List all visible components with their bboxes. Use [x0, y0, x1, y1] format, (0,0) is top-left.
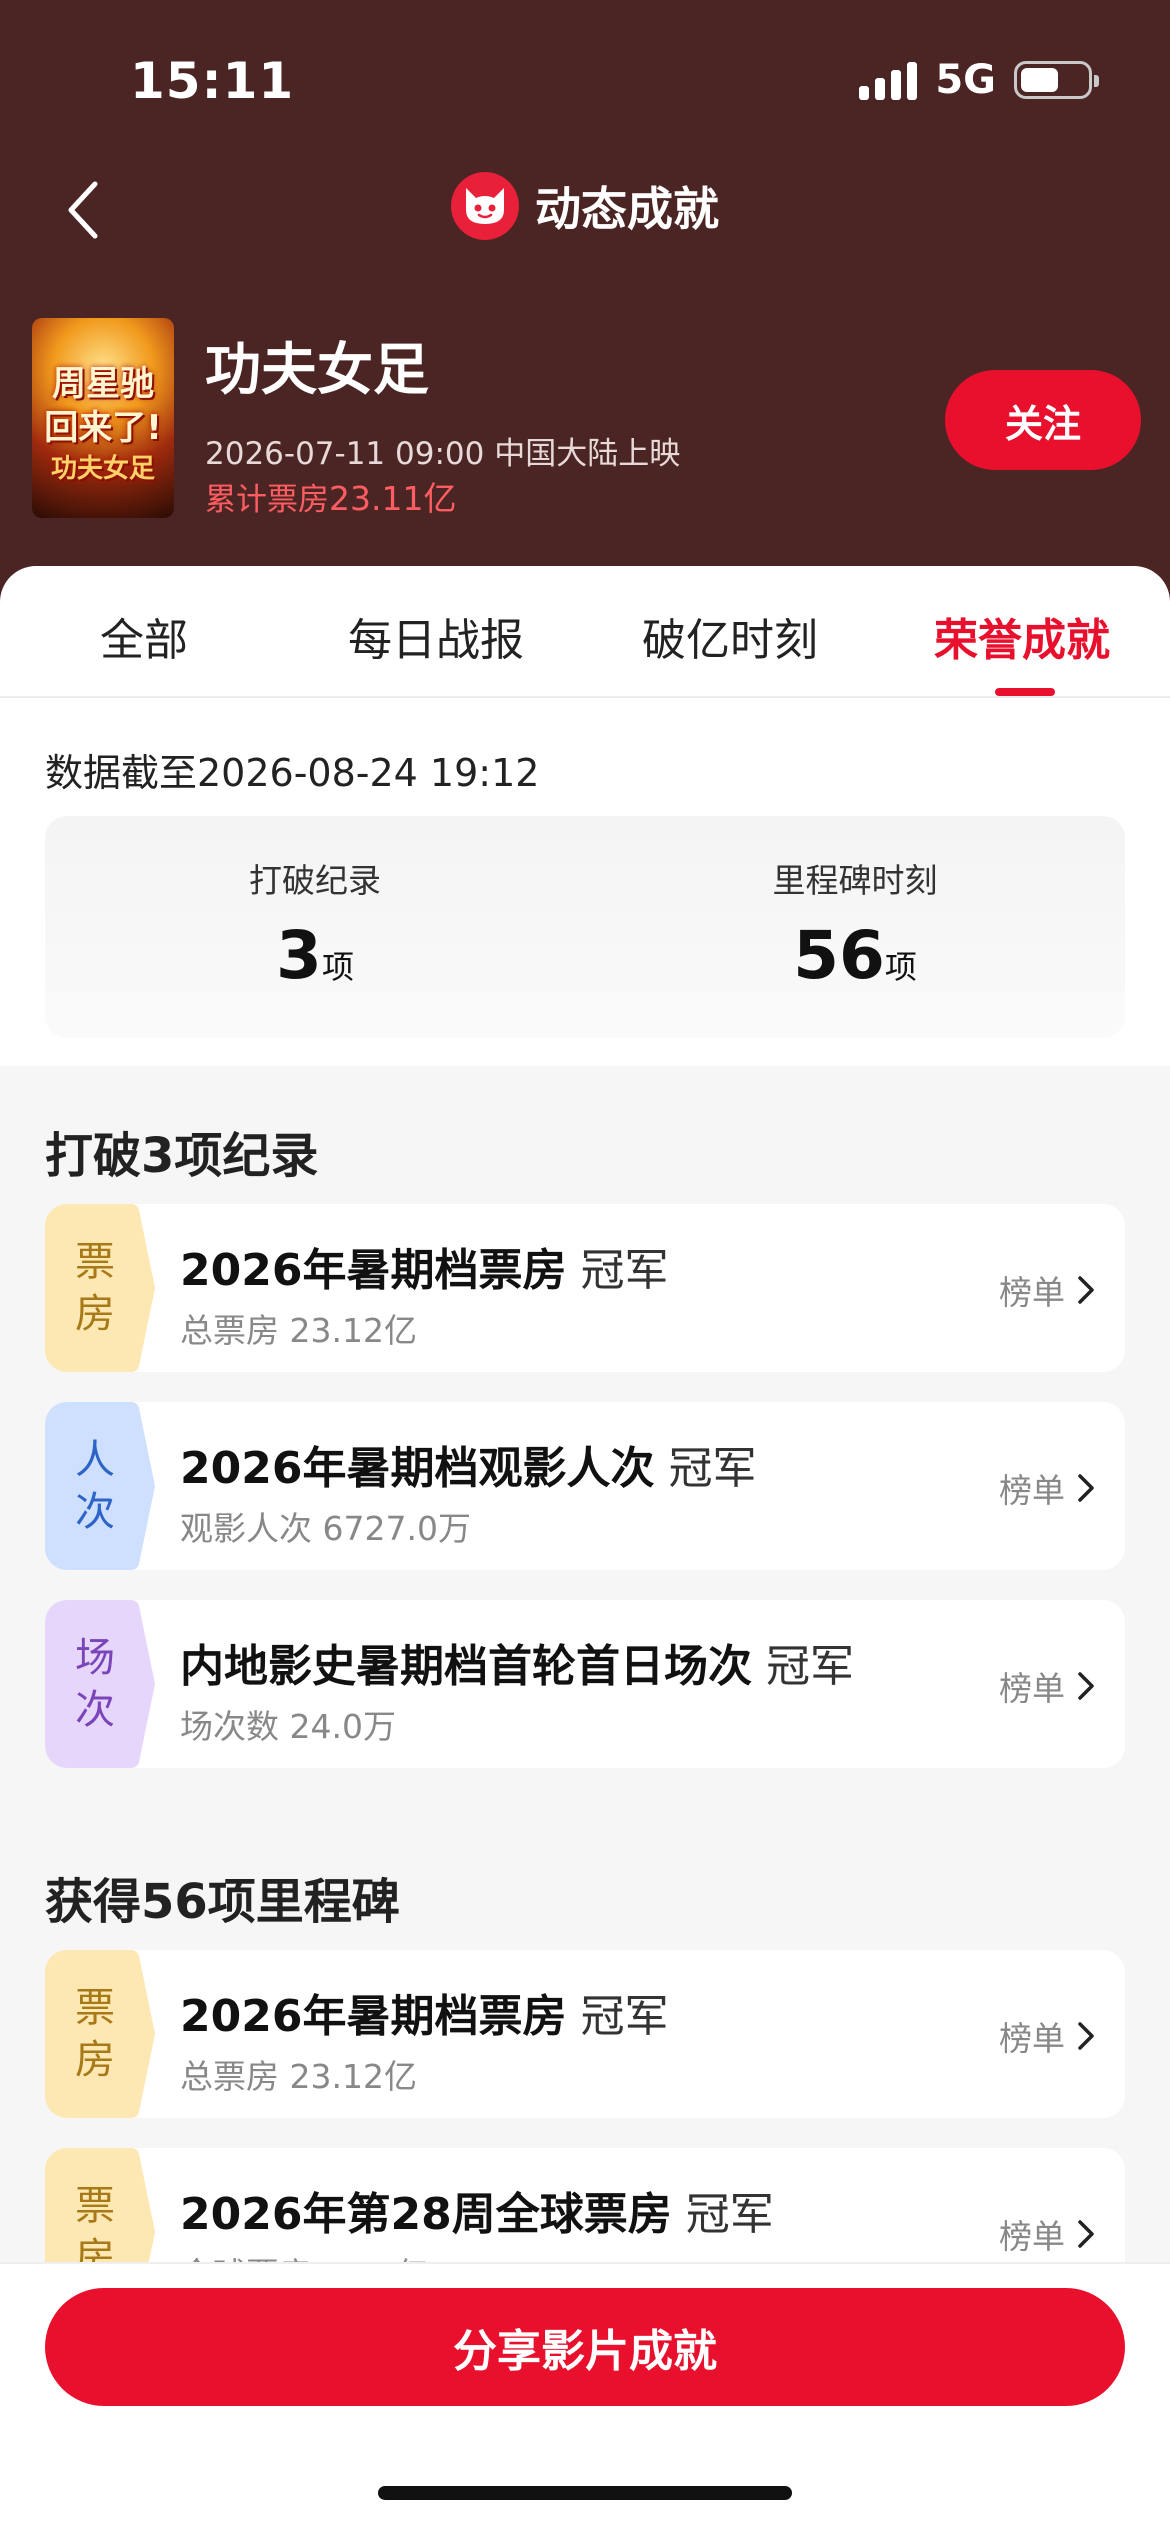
record-card[interactable]: 人 次 2026年暑期档观影人次 冠军 观影人次 6727.0万 榜单 — [45, 1402, 1125, 1570]
stat-number: 3 — [276, 917, 322, 994]
data-timestamp: 数据截至2026-08-24 19:12 — [45, 751, 540, 795]
card-title-text: 2026年暑期档票房 — [180, 1991, 567, 2042]
card-rank: 冠军 — [580, 1245, 669, 1296]
milestones-section-title: 获得56项里程碑 — [45, 1874, 400, 1930]
ranking-link[interactable]: 榜单 — [999, 1266, 1095, 1314]
network-type: 5G — [935, 57, 996, 103]
follow-button[interactable]: 关注 — [945, 370, 1141, 470]
stat-label: 打破纪录 — [249, 861, 381, 900]
tag-char: 票 — [75, 1239, 115, 1285]
card-title-text: 2026年第28周全球票房 — [180, 2189, 672, 2240]
chevron-right-icon — [1078, 2220, 1094, 2248]
ranking-link[interactable]: 榜单 — [999, 2012, 1095, 2060]
category-tag: 场 次 — [45, 1600, 155, 1768]
ranking-link-label: 榜单 — [999, 2019, 1065, 2058]
stat-unit: 项 — [884, 948, 917, 986]
tag-char: 场 — [75, 1635, 115, 1681]
box-office-total: 累计票房23.11亿 — [205, 472, 456, 520]
stat-label: 里程碑时刻 — [772, 861, 938, 900]
movie-name: 功夫女足 — [205, 338, 429, 403]
tab-bar: 全部 每日战报 破亿时刻 荣誉成就 — [0, 566, 1170, 698]
home-indicator[interactable] — [378, 2486, 792, 2500]
card-title-text: 2026年暑期档观影人次 — [180, 1443, 655, 1494]
category-tag: 票 房 — [45, 1204, 155, 1372]
stat-number: 56 — [793, 917, 885, 994]
card-title-text: 内地影史暑期档首轮首日场次 — [180, 1641, 752, 1692]
share-achievements-button[interactable]: 分享影片成就 — [45, 2288, 1125, 2406]
stats-summary: 打破纪录 3项 里程碑时刻 56项 — [45, 816, 1125, 1038]
stat-value: 56项 — [585, 920, 1125, 1003]
ranking-link[interactable]: 榜单 — [999, 1464, 1095, 1512]
card-title: 2026年暑期档票房 冠军 — [180, 1980, 668, 2044]
ranking-link-label: 榜单 — [999, 1471, 1065, 1510]
tab-honors[interactable]: 荣誉成就 — [934, 604, 1110, 668]
tab-daily-report[interactable]: 每日战报 — [348, 604, 524, 668]
card-title: 2026年暑期档票房 冠军 — [180, 1234, 668, 1298]
card-rank: 冠军 — [580, 1991, 669, 2042]
records-section-title: 打破3项纪录 — [45, 1128, 319, 1184]
header: 15:11 5G 动态成就 周星驰 回来了! 功夫女足 功夫女足 2026-07… — [0, 0, 1170, 620]
stat-records: 打破纪录 3项 — [45, 816, 585, 1003]
ranking-link-label: 榜单 — [999, 2217, 1065, 2256]
stat-value: 3项 — [45, 920, 585, 1003]
card-subtitle: 总票房 23.12亿 — [180, 1311, 417, 1350]
chevron-right-icon — [1078, 1672, 1094, 1700]
ranking-link-label: 榜单 — [999, 1273, 1065, 1312]
nav-title-group: 动态成就 — [0, 172, 1170, 240]
status-icons: 5G — [859, 57, 1099, 103]
record-card[interactable]: 票 房 2026年暑期档票房 冠军 总票房 23.12亿 榜单 — [45, 1204, 1125, 1372]
tag-char: 房 — [75, 1291, 115, 1337]
status-time: 15:11 — [130, 52, 295, 110]
status-bar: 15:11 5G — [0, 40, 1170, 120]
tag-char: 次 — [75, 1489, 115, 1535]
card-title: 2026年第28周全球票房 冠军 — [180, 2178, 774, 2242]
ranking-link-label: 榜单 — [999, 1669, 1065, 1708]
page-title: 动态成就 — [535, 182, 719, 236]
tag-char: 票 — [75, 2183, 115, 2229]
card-rank: 冠军 — [766, 1641, 854, 1692]
nav-bar: 动态成就 — [0, 160, 1170, 260]
box-office-label: 累计票房 — [205, 482, 329, 518]
category-tag: 票 房 — [45, 1950, 155, 2118]
battery-icon — [1014, 61, 1099, 99]
card-rank: 冠军 — [685, 2189, 774, 2240]
box-office-value: 23.11亿 — [329, 479, 457, 518]
release-info: 2026-07-11 09:00 中国大陆上映 — [205, 436, 681, 472]
chevron-right-icon — [1078, 1474, 1094, 1502]
signal-icon — [859, 60, 918, 100]
ranking-link[interactable]: 榜单 — [999, 2210, 1095, 2258]
milestone-card[interactable]: 票 房 2026年暑期档票房 冠军 总票房 23.12亿 榜单 — [45, 1950, 1125, 2118]
card-title-text: 2026年暑期档票房 — [180, 1245, 567, 1296]
tab-all[interactable]: 全部 — [100, 604, 188, 668]
card-subtitle: 场次数 24.0万 — [180, 1707, 396, 1746]
category-tag: 人 次 — [45, 1402, 155, 1570]
card-title: 内地影史暑期档首轮首日场次 冠军 — [180, 1630, 854, 1694]
card-subtitle: 总票房 23.12亿 — [180, 2057, 417, 2096]
bottom-action-bar: 分享影片成就 — [0, 2262, 1170, 2532]
tag-char: 次 — [75, 1687, 115, 1733]
tag-char: 房 — [75, 2037, 115, 2083]
poster-text-line: 功夫女足 — [50, 454, 155, 484]
poster-text-line: 回来了! — [44, 408, 162, 448]
content-sheet: 全部 每日战报 破亿时刻 荣誉成就 数据截至2026-08-24 19:12 打… — [0, 566, 1170, 2532]
chevron-right-icon — [1078, 1276, 1094, 1304]
card-title: 2026年暑期档观影人次 冠军 — [180, 1432, 756, 1496]
tag-char: 票 — [75, 1985, 115, 2031]
tag-char: 人 — [75, 1437, 115, 1483]
app-screen: 15:11 5G 动态成就 周星驰 回来了! 功夫女足 功夫女足 2026-07… — [0, 0, 1170, 2532]
poster-text-line: 周星驰 — [52, 364, 154, 404]
tab-active-indicator — [995, 688, 1055, 696]
ranking-link[interactable]: 榜单 — [999, 1662, 1095, 1710]
tab-billion-moments[interactable]: 破亿时刻 — [642, 604, 818, 668]
stat-unit: 项 — [321, 948, 354, 986]
card-subtitle: 观影人次 6727.0万 — [180, 1509, 471, 1548]
stat-milestones: 里程碑时刻 56项 — [585, 816, 1125, 1003]
chevron-right-icon — [1078, 2022, 1094, 2050]
card-rank: 冠军 — [668, 1443, 757, 1494]
record-card[interactable]: 场 次 内地影史暑期档首轮首日场次 冠军 场次数 24.0万 榜单 — [45, 1600, 1125, 1768]
cat-logo-icon — [451, 172, 519, 240]
movie-poster[interactable]: 周星驰 回来了! 功夫女足 — [32, 318, 174, 518]
